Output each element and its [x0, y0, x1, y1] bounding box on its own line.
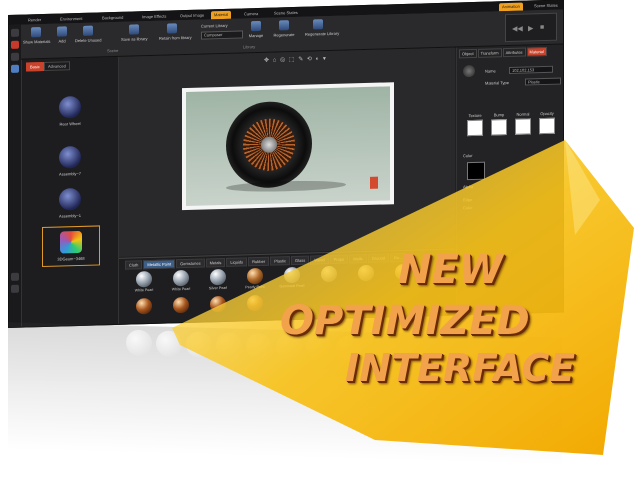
- tab-plastic[interactable]: Plastic: [270, 256, 290, 266]
- library-item-selected[interactable]: 3DGeom~3468: [42, 225, 100, 268]
- left-tool-rail: [9, 24, 22, 327]
- tab-material-props[interactable]: Material: [526, 46, 547, 57]
- material-type-label: Material Type: [485, 80, 509, 86]
- promo-line-interface: INTERFACE: [345, 346, 576, 390]
- retain-icon: [167, 23, 177, 34]
- select-icon[interactable]: [11, 52, 19, 61]
- library-item[interactable]: Assembly~7: [42, 145, 98, 177]
- manage-button[interactable]: Manage: [243, 20, 269, 39]
- regenerate-library-icon: [313, 19, 323, 30]
- tab-transform[interactable]: Transform: [477, 48, 502, 58]
- tab-gemstones[interactable]: Gemstones: [176, 258, 205, 269]
- edge-color-label: Color: [463, 205, 473, 211]
- delete-icon: [83, 25, 93, 36]
- render-viewport[interactable]: ✥ ⌂ ◎ ⬚ ✎ ⟲ ◐ ▾: [119, 47, 455, 257]
- retain-from-library-button[interactable]: Retain from library: [159, 23, 192, 41]
- viewport-toolbar[interactable]: ✥ ⌂ ◎ ⬚ ✎ ⟲ ◐ ▾: [264, 55, 327, 64]
- wheel-render: [226, 100, 312, 189]
- material-swatch[interactable]: [349, 264, 383, 290]
- save-icon: [129, 24, 139, 35]
- part-thumbnail: [60, 230, 82, 254]
- settings-icon[interactable]: [11, 272, 19, 281]
- tab-advanced[interactable]: Advanced: [44, 61, 70, 71]
- opacity-channel[interactable]: Opacity: [537, 111, 557, 135]
- section-library-label: Library: [243, 44, 256, 50]
- tab-liquids[interactable]: Liquids: [226, 257, 248, 267]
- stop-icon[interactable]: ■: [540, 24, 544, 31]
- material-swatch[interactable]: White Pearl: [164, 269, 198, 295]
- tab-cloth[interactable]: Cloth: [125, 260, 143, 270]
- delete-unused-button[interactable]: Delete Unused: [75, 25, 101, 43]
- regenerate-icon: [279, 20, 289, 31]
- library-panel: Basic Advanced Rear Wheel Assembly~7 Ass…: [22, 56, 119, 327]
- library-icon[interactable]: [11, 64, 19, 73]
- tab-rubber[interactable]: Rubber: [248, 256, 270, 267]
- show-materials-button[interactable]: Show Materials: [23, 27, 50, 45]
- properties-tabs: Object Transform Attributes Material: [459, 46, 547, 59]
- material-preview-icon: [463, 64, 475, 78]
- help-icon[interactable]: [11, 284, 19, 293]
- normal-channel[interactable]: Normal: [513, 111, 533, 135]
- regenerate-button[interactable]: Regenerate: [271, 20, 297, 38]
- edge-label: Edge: [463, 197, 473, 203]
- alpha-label: Alpha: [463, 184, 474, 190]
- bump-channel[interactable]: Bump: [489, 112, 509, 136]
- add-button[interactable]: Add: [49, 26, 75, 44]
- material-type-select[interactable]: Plastic: [525, 77, 561, 86]
- material-swatch[interactable]: Gunmetal Pearl: [275, 266, 309, 292]
- material-swatch[interactable]: [312, 265, 346, 291]
- add-icon: [57, 26, 67, 37]
- library-item[interactable]: Assembly~1: [42, 187, 98, 219]
- material-swatch[interactable]: Pearly Paint: [238, 267, 272, 293]
- current-library-dropdown[interactable]: Composer: [201, 30, 243, 40]
- tab-wood[interactable]: Wood: [310, 255, 329, 265]
- save-as-library-button[interactable]: Save as library: [121, 24, 147, 42]
- tab-glass[interactable]: Glass: [290, 255, 310, 266]
- current-library-label: Current Library: [201, 22, 228, 29]
- promo-line-new: NEW: [398, 247, 503, 293]
- rewind-icon[interactable]: ◀◀: [512, 25, 523, 33]
- tab-basic[interactable]: Basic: [26, 62, 44, 72]
- material-tool-icon[interactable]: [11, 40, 19, 49]
- tab-metals[interactable]: Metals: [205, 257, 226, 268]
- tab-ground[interactable]: Ground: [367, 253, 390, 263]
- tab-metallic-paint[interactable]: Metallic Paint: [143, 259, 176, 270]
- material-swatch[interactable]: [127, 297, 161, 323]
- color-label: Color: [463, 153, 473, 159]
- play-icon[interactable]: ▶: [528, 24, 533, 32]
- tab-attributes[interactable]: Attributes: [502, 47, 526, 58]
- part-thumbnail: [59, 187, 81, 211]
- manage-icon: [251, 20, 261, 32]
- animation-controls: ◀◀ ▶ ■: [505, 12, 557, 43]
- watermark-badge: [370, 176, 378, 189]
- color-swatch[interactable]: [467, 161, 485, 181]
- home-icon[interactable]: [11, 28, 19, 37]
- tab-object[interactable]: Object: [459, 48, 477, 59]
- library-item[interactable]: Rear Wheel: [42, 95, 98, 127]
- regenerate-library-button[interactable]: Regenerate Library: [305, 19, 339, 37]
- tab-props[interactable]: Props: [329, 254, 349, 265]
- render-preview: [182, 82, 394, 211]
- part-thumbnail: [59, 95, 81, 119]
- materials-icon: [31, 27, 41, 38]
- material-swatch[interactable]: White Pearl: [127, 270, 161, 296]
- material-swatch[interactable]: [201, 295, 235, 321]
- part-thumbnail: [59, 145, 81, 169]
- tab-walls[interactable]: Walls: [349, 253, 367, 264]
- name-label: Name: [485, 68, 496, 74]
- material-swatch[interactable]: Silver Pearl: [201, 268, 235, 294]
- promo-line-optimized: OPTIMIZED: [280, 298, 530, 344]
- texture-channel[interactable]: Texture: [465, 113, 485, 137]
- material-swatch[interactable]: [238, 294, 272, 320]
- material-swatch[interactable]: [164, 296, 198, 322]
- name-field[interactable]: 102,102,153: [509, 65, 553, 75]
- section-scene-label: Scene: [107, 47, 119, 54]
